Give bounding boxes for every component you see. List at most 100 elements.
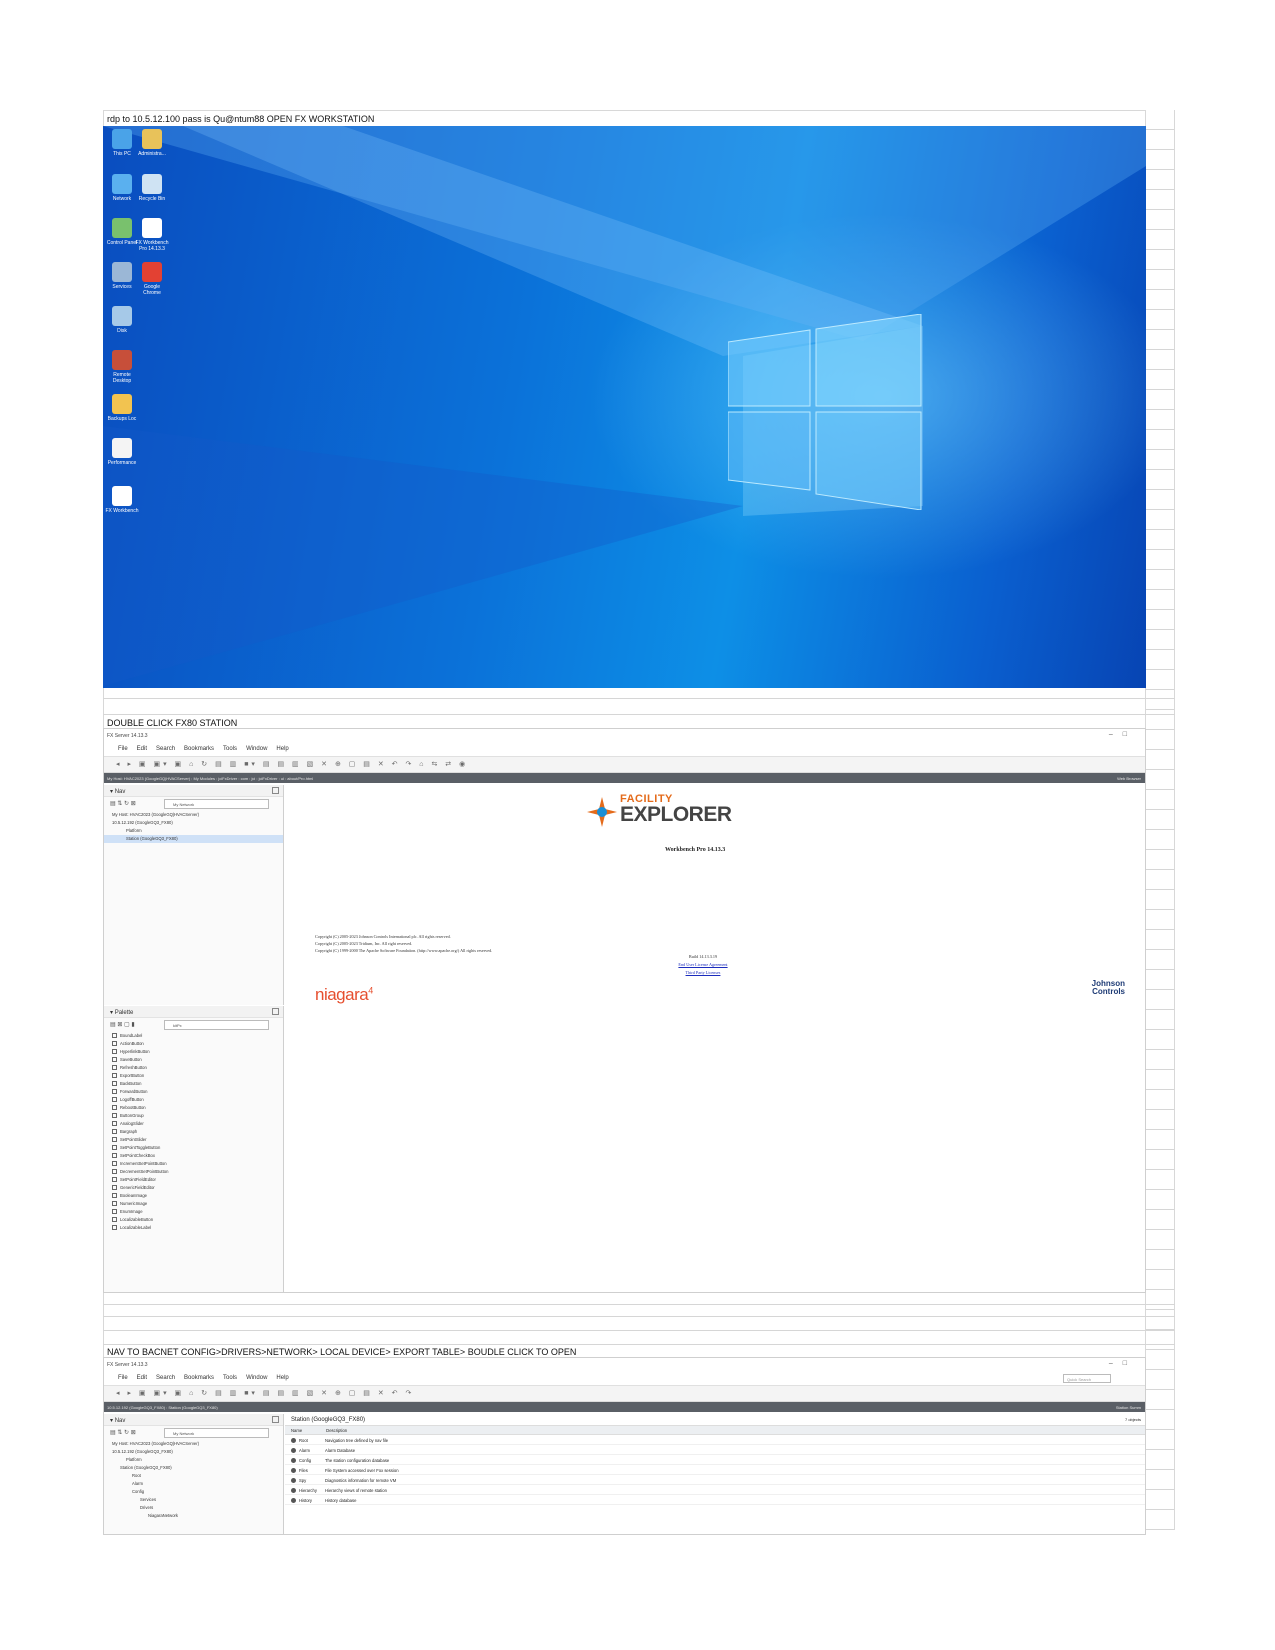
column-name[interactable]: Name (291, 1428, 325, 1433)
desktop-shortcut[interactable]: Services (105, 262, 139, 290)
desktop-shortcut-label: Google Chrome (143, 284, 161, 296)
tree-node[interactable]: Alarm (104, 1480, 283, 1488)
table-row[interactable]: Hierarchy Hierarchy views of remote stati… (285, 1485, 1145, 1495)
palette-item[interactable]: NumericImage (104, 1200, 283, 1208)
tree-node[interactable]: NiagaraNetwork (104, 1512, 283, 1520)
palette-item[interactable]: RefreshButton (104, 1064, 283, 1072)
tree-node[interactable]: My Host: HVAC2023 (GoogleGQ|HVACServer) (104, 1440, 283, 1448)
palette-item[interactable]: ForwardButton (104, 1088, 283, 1096)
table-header: Name Description (285, 1426, 1145, 1435)
desktop-shortcut[interactable]: Performance (105, 438, 139, 466)
menu-item[interactable]: Tools (223, 1375, 237, 1381)
menu-item[interactable]: Help (276, 746, 288, 752)
palette-item[interactable]: LogoffButton (104, 1096, 283, 1104)
desktop-shortcut[interactable]: Remote Desktop (105, 350, 139, 384)
menu-item[interactable]: Bookmarks (184, 1375, 214, 1381)
tree-node[interactable]: Drivers (104, 1504, 283, 1512)
workbench-window-about[interactable]: FX Server 14.13.3 –□ File Edit Search Bookm… (103, 728, 1146, 1293)
palette-item[interactable]: ButtonGroup (104, 1112, 283, 1120)
tree-node[interactable]: 10.5.12.192 (GoogleGQ3_FX80) (104, 819, 283, 827)
component-icon (291, 1448, 296, 1454)
row-divider (103, 714, 1175, 715)
window-controls[interactable]: –□ (1109, 1360, 1137, 1367)
menu-item[interactable]: Edit (137, 1375, 147, 1381)
tree-node[interactable]: Station (GoogleGQ3_FX80) (104, 1464, 283, 1472)
palette-item[interactable]: EnumImage (104, 1208, 283, 1216)
palette-item[interactable]: BackButton (104, 1080, 283, 1088)
table-row[interactable]: Spy Diagnostics information for remote VM (285, 1475, 1145, 1485)
locator-bar[interactable]: 10.5.12.192 (GoogleGQ3_FX80) : Station (… (104, 1402, 1145, 1412)
desktop-shortcut[interactable]: Backups Loc (105, 394, 139, 422)
tree-node[interactable]: Platform (104, 1456, 283, 1464)
network-select[interactable]: My Network (164, 1428, 269, 1438)
desktop-shortcut[interactable]: Google Chrome (135, 262, 169, 296)
windows-desktop[interactable]: This PC Administra... Network Recycle Bin Co… (103, 126, 1146, 688)
menu-item[interactable]: Edit (137, 746, 147, 752)
palette-item[interactable]: RebootButton (104, 1104, 283, 1112)
palette-item[interactable]: ExportButton (104, 1072, 283, 1080)
locator-path[interactable]: My Host: HVAC2023 (GoogleGQ|HVACServer) … (107, 776, 313, 781)
table-row[interactable]: Files File System accessed over Fox sessi… (285, 1465, 1145, 1475)
palette-item[interactable]: LocalizableLabel (104, 1224, 283, 1232)
palette-item[interactable]: HyperlinkButton (104, 1048, 283, 1056)
desktop-shortcut[interactable]: Recycle Bin (135, 174, 169, 202)
desktop-shortcut[interactable]: FX Workbench (105, 486, 139, 514)
palette-item[interactable]: SetPointToggleButton (104, 1144, 283, 1152)
tree-node[interactable]: Root (104, 1472, 283, 1480)
tree-node[interactable]: Config (104, 1488, 283, 1496)
tree-node[interactable]: My Host: HVAC2023 (GoogleGQ|HVACServer) (104, 811, 283, 819)
popout-icon[interactable] (272, 1008, 279, 1015)
tree-node[interactable]: 10.5.12.192 (GoogleGQ3_FX80) (104, 1448, 283, 1456)
desktop-shortcut[interactable]: Network (105, 174, 139, 202)
table-row[interactable]: Alarm Alarm Database (285, 1445, 1145, 1455)
palette-item[interactable]: SetPointSlider (104, 1136, 283, 1144)
desktop-shortcut[interactable]: Control Panel (105, 218, 139, 246)
palette-item[interactable]: BooleanImage (104, 1192, 283, 1200)
eula-link[interactable]: End User License Agreement (663, 961, 743, 969)
tree-node[interactable]: Services (104, 1496, 283, 1504)
menu-item[interactable]: Tools (223, 746, 237, 752)
column-description[interactable]: Description (326, 1428, 347, 1433)
palette-item[interactable]: BoundLabel (104, 1032, 283, 1040)
locator-bar[interactable]: My Host: HVAC2023 (GoogleGQ|HVACServer) … (104, 773, 1145, 783)
desktop-shortcut[interactable]: FX Workbench Pro 14.13.3 (135, 218, 169, 252)
view-selector[interactable]: Web Browser (1117, 776, 1141, 781)
palette-item[interactable]: SetPointCheckBox (104, 1152, 283, 1160)
view-selector[interactable]: Station Summ (1116, 1405, 1141, 1410)
locator-path[interactable]: 10.5.12.192 (GoogleGQ3_FX80) : Station (… (107, 1405, 218, 1410)
popout-icon[interactable] (272, 1416, 279, 1423)
palette-item[interactable]: SaveButton (104, 1056, 283, 1064)
desktop-shortcut[interactable]: Disk (105, 306, 139, 334)
palette-item[interactable]: ActionButton (104, 1040, 283, 1048)
workbench-window-station[interactable]: FX Server 14.13.3 –□ File Edit Search Bookm… (103, 1357, 1146, 1535)
third-party-link[interactable]: Third Party Licenses (663, 969, 743, 977)
menu-item[interactable]: Search (156, 746, 175, 752)
palette-item[interactable]: DecrementSetPointButton (104, 1168, 283, 1176)
palette-item[interactable]: IncrementSetPointButton (104, 1160, 283, 1168)
table-row[interactable]: Root Navigation tree defined by nav file (285, 1435, 1145, 1445)
palette-select[interactable]: kitPx (164, 1020, 269, 1030)
menu-item[interactable]: Search (156, 1375, 175, 1381)
popout-icon[interactable] (272, 787, 279, 794)
desktop-shortcut-label: Backups Loc (107, 416, 137, 422)
menu-item[interactable]: Window (246, 1375, 267, 1381)
tree-node[interactable]: Platform (104, 827, 283, 835)
desktop-shortcut[interactable]: This PC (105, 129, 139, 157)
menu-item[interactable]: Bookmarks (184, 746, 214, 752)
tree-node[interactable]: Station (GoogleGQ3_FX80) (104, 835, 283, 843)
network-select[interactable]: My Network (164, 799, 269, 809)
desktop-shortcut[interactable]: Administra... (135, 129, 169, 157)
palette-item[interactable]: SetPointFieldEditor (104, 1176, 283, 1184)
table-row[interactable]: Config The station configuration database (285, 1455, 1145, 1465)
palette-item[interactable]: LocalizableButton (104, 1216, 283, 1224)
palette-item[interactable]: Bargraph (104, 1128, 283, 1136)
menu-item[interactable]: File (118, 1375, 128, 1381)
palette-item[interactable]: GenericFieldEditor (104, 1184, 283, 1192)
palette-item[interactable]: AnalogSlider (104, 1120, 283, 1128)
menu-item[interactable]: Window (246, 746, 267, 752)
menu-item[interactable]: File (118, 746, 128, 752)
window-controls[interactable]: –□ (1109, 731, 1137, 738)
quick-search-input[interactable]: Quick Search (1063, 1374, 1111, 1383)
menu-item[interactable]: Help (276, 1375, 288, 1381)
table-row[interactable]: History History database (285, 1495, 1145, 1505)
